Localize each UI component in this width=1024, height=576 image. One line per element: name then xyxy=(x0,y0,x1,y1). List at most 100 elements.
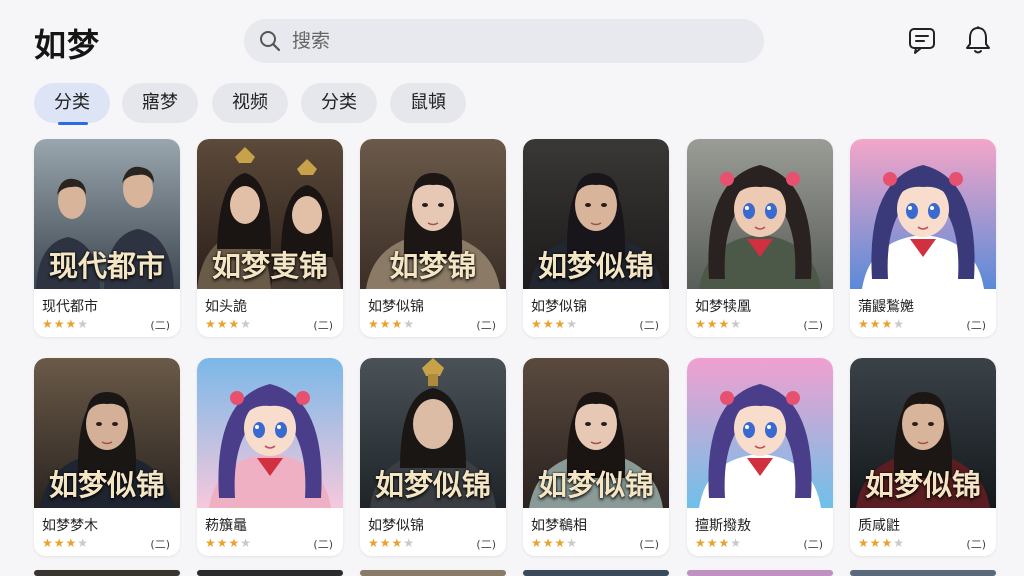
thumbnail-title: 如梦似锦 xyxy=(537,468,654,502)
star-icon: ★ xyxy=(368,536,380,550)
star-rating: ★★★★ xyxy=(42,536,89,550)
star-icon: ★ xyxy=(240,317,253,331)
star-icon: ★ xyxy=(706,317,719,331)
card-thumbnail: 如梦似锦 xyxy=(850,358,996,508)
star-icon: ★ xyxy=(858,536,870,550)
star-icon: ★ xyxy=(695,536,707,550)
card-thumbnail xyxy=(687,139,833,289)
star-icon: ★ xyxy=(695,317,707,331)
star-rating: ★★★★ xyxy=(531,317,578,331)
card-title: 如梦犊凰 xyxy=(695,299,751,315)
content-card[interactable]: 如梦叓锦 如头詭 ★★★★ (二) xyxy=(197,139,343,337)
star-icon: ★ xyxy=(706,536,719,550)
card-thumbnail xyxy=(687,358,833,508)
content-card[interactable]: 如梦犊凰 ★★★★ (二) xyxy=(687,139,833,337)
content-card-partial[interactable] xyxy=(197,570,343,576)
card-count: (二) xyxy=(966,538,986,551)
card-count: (二) xyxy=(803,538,823,551)
card-thumbnail: 如梦似锦 xyxy=(360,358,506,508)
card-count: (二) xyxy=(639,319,659,332)
card-count: (二) xyxy=(966,319,986,332)
card-title: 如头詭 xyxy=(205,299,247,315)
star-icon: ★ xyxy=(379,317,392,331)
star-icon: ★ xyxy=(881,536,894,550)
card-count: (二) xyxy=(150,319,170,332)
card-title: 擅斯撥敖 xyxy=(695,518,751,534)
star-rating: ★★★★ xyxy=(205,317,252,331)
card-thumbnail: 如梦叓锦 xyxy=(197,139,343,289)
card-title: 如梦似锦 xyxy=(368,518,424,534)
thumbnail-title: 如梦似锦 xyxy=(537,249,654,283)
star-icon: ★ xyxy=(893,536,906,550)
card-thumbnail: 如梦似锦 xyxy=(523,139,669,289)
star-icon: ★ xyxy=(391,536,404,550)
star-icon: ★ xyxy=(869,536,882,550)
star-icon: ★ xyxy=(893,317,906,331)
star-icon: ★ xyxy=(42,317,54,331)
thumbnail-image xyxy=(197,358,343,508)
star-icon: ★ xyxy=(240,536,253,550)
star-icon: ★ xyxy=(368,317,380,331)
thumbnail-title: 如梦锦 xyxy=(389,249,477,283)
star-icon: ★ xyxy=(77,317,90,331)
star-icon: ★ xyxy=(228,536,241,550)
card-title: 蒲鼹鶖嬔 xyxy=(858,299,914,315)
star-icon: ★ xyxy=(554,317,567,331)
card-title: 如梦似锦 xyxy=(368,299,424,315)
thumbnail-image xyxy=(687,358,833,508)
content-card[interactable]: 如梦似锦 质咸鼪 ★★★★ (二) xyxy=(850,358,996,556)
content-card-partial[interactable] xyxy=(850,570,996,576)
star-rating: ★★★★ xyxy=(42,317,89,331)
card-count: (二) xyxy=(639,538,659,551)
star-icon: ★ xyxy=(403,536,416,550)
card-thumbnail: 现代都市 xyxy=(34,139,180,289)
content-card[interactable]: 现代都市 现代都市 ★★★★ (二) xyxy=(34,139,180,337)
thumbnail-image xyxy=(687,139,833,289)
star-rating: ★★★★ xyxy=(368,317,415,331)
content-card-partial[interactable] xyxy=(687,570,833,576)
star-icon: ★ xyxy=(542,317,555,331)
content-card[interactable]: 如梦似锦 如梦梦木 ★★★★ (二) xyxy=(34,358,180,556)
star-rating: ★★★★ xyxy=(531,536,578,550)
content-card-partial[interactable] xyxy=(523,570,669,576)
content-card[interactable]: 如梦锦如梦似锦 ★★★★ (二) xyxy=(360,139,506,337)
content-card[interactable]: 蒲鼹鶖嬔 ★★★★ (二) xyxy=(850,139,996,337)
content-card[interactable]: 如梦似锦 如梦似锦 ★★★★ (二) xyxy=(360,358,506,556)
card-thumbnail: 如梦锦 xyxy=(360,139,506,289)
star-icon: ★ xyxy=(216,317,229,331)
card-title: 如梦梦木 xyxy=(42,518,98,534)
card-count: (二) xyxy=(313,538,333,551)
content-card-partial[interactable] xyxy=(360,570,506,576)
star-icon: ★ xyxy=(42,536,54,550)
star-icon: ★ xyxy=(77,536,90,550)
star-icon: ★ xyxy=(718,317,731,331)
star-rating: ★★★★ xyxy=(695,536,742,550)
star-rating: ★★★★ xyxy=(695,317,742,331)
content-card[interactable]: 如梦似锦 如梦似锦 ★★★★ (二) xyxy=(523,139,669,337)
star-icon: ★ xyxy=(379,536,392,550)
content-card[interactable]: 如梦似锦 如梦鵗相 ★★★★ (二) xyxy=(523,358,669,556)
star-rating: ★★★★ xyxy=(205,536,252,550)
content-card[interactable]: 擅斯撥敖 ★★★★ (二) xyxy=(687,358,833,556)
content-card-partial[interactable] xyxy=(34,570,180,576)
star-icon: ★ xyxy=(566,536,579,550)
card-title: 如梦似锦 xyxy=(531,299,587,315)
star-icon: ★ xyxy=(65,317,78,331)
star-icon: ★ xyxy=(730,536,743,550)
star-icon: ★ xyxy=(730,317,743,331)
thumbnail-title: 如梦似锦 xyxy=(374,468,491,502)
star-icon: ★ xyxy=(205,536,217,550)
star-icon: ★ xyxy=(566,317,579,331)
star-icon: ★ xyxy=(858,317,870,331)
star-rating: ★★★★ xyxy=(858,536,905,550)
star-icon: ★ xyxy=(216,536,229,550)
card-count: (二) xyxy=(476,319,496,332)
star-icon: ★ xyxy=(53,317,66,331)
card-title: 现代都市 xyxy=(42,299,98,315)
content-card[interactable]: 菞籏鼂 ★★★★ (二) xyxy=(197,358,343,556)
star-icon: ★ xyxy=(531,317,543,331)
star-icon: ★ xyxy=(542,536,555,550)
star-rating: ★★★★ xyxy=(858,317,905,331)
card-thumbnail: 如梦似锦 xyxy=(523,358,669,508)
card-title: 菞籏鼂 xyxy=(205,518,247,534)
